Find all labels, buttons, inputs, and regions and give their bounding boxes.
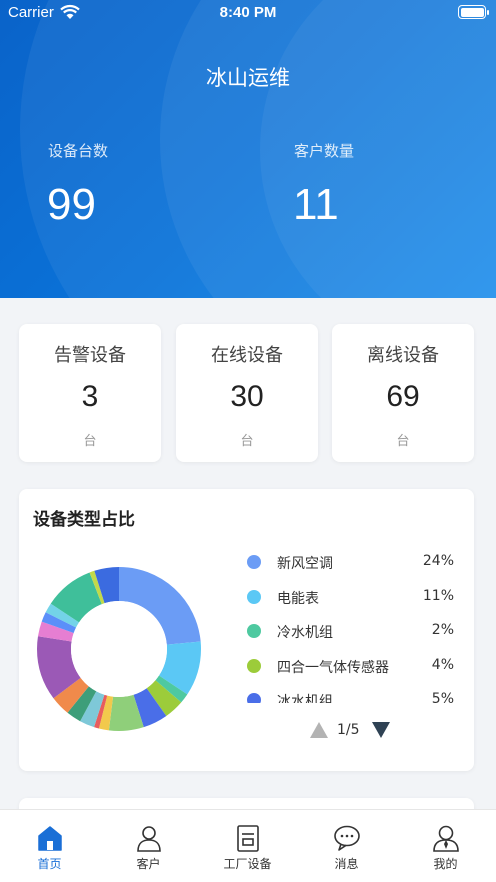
device-count-label: 设备台数 — [48, 142, 109, 160]
person-icon — [137, 826, 161, 852]
card-label: 离线设备 — [367, 345, 439, 366]
card-unit: 台 — [240, 434, 254, 449]
device-icon — [237, 825, 259, 852]
customer-count-label: 客户数量 — [294, 142, 355, 160]
user-icon — [433, 825, 459, 852]
tab-messages[interactable]: 消息 — [297, 810, 396, 882]
tab-label: 消息 — [334, 857, 359, 871]
clock-time: 8:40 PM — [219, 4, 277, 21]
offline-devices-card[interactable]: 离线设备 69 台 — [332, 324, 474, 462]
page-up-triangle-icon[interactable] — [309, 721, 329, 739]
legend-color-dot — [247, 555, 261, 569]
header-banner: Carrier 8:40 PM 冰山运维 设备台数 99 客户数量 11 — [0, 0, 496, 298]
tab-mine[interactable]: 我的 — [396, 810, 495, 882]
online-devices-card[interactable]: 在线设备 30 台 — [176, 324, 318, 462]
legend-name: 冷水机组 — [277, 625, 333, 641]
tab-customers[interactable]: 客户 — [99, 810, 198, 882]
tab-home[interactable]: 首页 — [0, 810, 99, 882]
card-unit: 台 — [83, 434, 97, 449]
customer-count-value: 11 — [293, 180, 339, 229]
bottom-tab-bar: 首页 客户 工厂设备 消息 我的 — [0, 809, 496, 882]
legend-color-dot — [247, 590, 261, 604]
chart-title: 设备类型占比 — [33, 510, 135, 530]
tab-label: 我的 — [433, 857, 458, 871]
card-value: 69 — [386, 380, 420, 413]
legend-name: 新风空调 — [277, 556, 333, 572]
legend-percent: 24% — [422, 553, 454, 569]
legend-name: 四合一气体传感器 — [277, 660, 389, 676]
device-count-value: 99 — [47, 180, 96, 229]
chart-legend: 新风空调 24% 电能表 11% 冷水机组 2% 四合一气体传感器 4% 冰水机… — [243, 549, 458, 703]
legend-item[interactable]: 冰水机组 5% — [243, 689, 458, 703]
card-label: 在线设备 — [211, 345, 283, 366]
legend-percent: 5% — [431, 691, 454, 703]
page-down-triangle-icon[interactable] — [371, 721, 391, 739]
alarm-devices-card[interactable]: 告警设备 3 台 — [19, 324, 161, 462]
tab-factory-devices[interactable]: 工厂设备 — [198, 810, 297, 882]
status-bar: Carrier 8:40 PM — [0, 0, 496, 26]
app-title: 冰山运维 — [206, 66, 290, 90]
legend-percent: 11% — [422, 588, 454, 604]
legend-item[interactable]: 四合一气体传感器 4% — [243, 655, 458, 679]
legend-color-dot — [247, 659, 261, 673]
legend-page-indicator: 1/5 — [337, 722, 360, 738]
legend-name: 冰水机组 — [277, 694, 333, 703]
card-value: 30 — [230, 380, 264, 413]
chat-icon — [334, 825, 360, 851]
legend-percent: 2% — [431, 622, 454, 638]
card-value: 3 — [81, 380, 99, 413]
donut-chart — [37, 567, 201, 731]
donut-hole — [71, 601, 167, 697]
legend-item[interactable]: 新风空调 24% — [243, 551, 458, 575]
legend-item[interactable]: 电能表 11% — [243, 586, 458, 610]
tab-label: 首页 — [37, 857, 62, 871]
legend-item[interactable]: 冷水机组 2% — [243, 620, 458, 644]
card-label: 告警设备 — [54, 345, 126, 366]
legend-percent: 4% — [431, 657, 454, 673]
legend-name: 电能表 — [277, 591, 319, 607]
card-unit: 台 — [396, 434, 410, 449]
home-icon — [38, 826, 62, 851]
legend-color-dot — [247, 693, 261, 703]
battery-cap — [487, 10, 489, 15]
device-type-chart-card: 设备类型占比 新风空调 24% 电能表 11% 冷水机组 2% 四合一气体传感器… — [19, 489, 474, 771]
battery-icon — [458, 5, 486, 19]
tab-label: 工厂设备 — [223, 857, 272, 871]
tab-label: 客户 — [136, 857, 161, 871]
legend-color-dot — [247, 624, 261, 638]
